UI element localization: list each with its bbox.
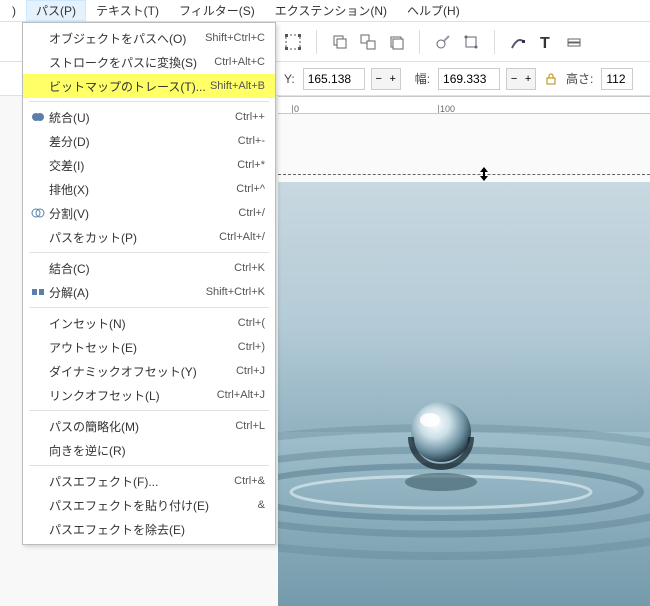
menu-division[interactable]: 分割(V)Ctrl+/	[23, 201, 275, 225]
menu-separator	[29, 252, 269, 253]
menubar-help[interactable]: ヘルプ(H)	[397, 0, 470, 21]
duplicate-icon[interactable]	[359, 33, 377, 51]
transform-icon[interactable]	[462, 33, 480, 51]
h-label: 高さ:	[566, 70, 593, 87]
y-input[interactable]	[303, 68, 365, 90]
menu-paste-path-effect[interactable]: パスエフェクトを貼り付け(E)&	[23, 493, 275, 517]
ruler-horizontal: 0 100	[278, 96, 650, 114]
menu-simplify[interactable]: パスの簡略化(M)Ctrl+L	[23, 414, 275, 438]
menubar-text[interactable]: テキスト(T)	[86, 0, 169, 21]
text-icon[interactable]: T	[537, 33, 555, 51]
menubar-path[interactable]: パス(P)	[26, 0, 86, 21]
menu-dynamic-offset[interactable]: ダイナミックオフセット(Y)Ctrl+J	[23, 359, 275, 383]
selection-marquee	[278, 174, 650, 175]
canvas-image	[278, 182, 650, 606]
menu-separator	[29, 410, 269, 411]
menu-reverse[interactable]: 向きを逆に(R)	[23, 438, 275, 462]
menu-trace-bitmap[interactable]: ビットマップのトレース(T)...Shift+Alt+B	[23, 74, 275, 98]
menu-break-apart[interactable]: 分解(A)Shift+Ctrl+K	[23, 280, 275, 304]
menu-object-to-path[interactable]: オブジェクトをパスへ(O)Shift+Ctrl+C	[23, 26, 275, 50]
menu-exclusion[interactable]: 排他(X)Ctrl+^	[23, 177, 275, 201]
copy-icon[interactable]	[331, 33, 349, 51]
paint-icon[interactable]	[434, 33, 452, 51]
menu-remove-path-effect[interactable]: パスエフェクトを除去(E)	[23, 517, 275, 541]
path-edit-icon[interactable]	[509, 33, 527, 51]
clone-icon[interactable]	[387, 33, 405, 51]
menu-separator	[29, 465, 269, 466]
w-input[interactable]	[438, 68, 500, 90]
resize-handle-top[interactable]	[478, 167, 490, 181]
menu-path: オブジェクトをパスへ(O)Shift+Ctrl+C ストロークをパスに変換(S)…	[22, 22, 276, 545]
menubar: ) パス(P) テキスト(T) フィルター(S) エクステンション(N) ヘルプ…	[0, 0, 650, 22]
menu-separator	[29, 101, 269, 102]
menu-difference[interactable]: 差分(D)Ctrl+-	[23, 129, 275, 153]
menu-separator	[29, 307, 269, 308]
w-label: 幅:	[415, 70, 430, 87]
menu-cut-path[interactable]: パスをカット(P)Ctrl+Alt+/	[23, 225, 275, 249]
lock-icon[interactable]	[542, 70, 560, 88]
bounds-icon[interactable]	[284, 33, 302, 51]
svg-text:T: T	[540, 35, 550, 50]
layers-icon[interactable]	[565, 33, 583, 51]
menubar-prev-truncated[interactable]: )	[2, 2, 26, 20]
menu-linked-offset[interactable]: リンクオフセット(L)Ctrl+Alt+J	[23, 383, 275, 407]
y-spinner[interactable]: −+	[371, 68, 401, 90]
menubar-filter[interactable]: フィルター(S)	[169, 0, 265, 21]
menu-union[interactable]: 統合(U)Ctrl++	[23, 105, 275, 129]
menu-intersection[interactable]: 交差(I)Ctrl+*	[23, 153, 275, 177]
menu-stroke-to-path[interactable]: ストロークをパスに変換(S)Ctrl+Alt+C	[23, 50, 275, 74]
menubar-extension[interactable]: エクステンション(N)	[265, 0, 397, 21]
menu-path-effects[interactable]: パスエフェクト(F)...Ctrl+&	[23, 469, 275, 493]
menu-inset[interactable]: インセット(N)Ctrl+(	[23, 311, 275, 335]
menu-combine[interactable]: 結合(C)Ctrl+K	[23, 256, 275, 280]
canvas[interactable]	[278, 114, 650, 606]
menu-outset[interactable]: アウトセット(E)Ctrl+)	[23, 335, 275, 359]
y-label: Y:	[284, 72, 295, 86]
w-spinner[interactable]: −+	[506, 68, 536, 90]
h-input[interactable]	[601, 68, 633, 90]
